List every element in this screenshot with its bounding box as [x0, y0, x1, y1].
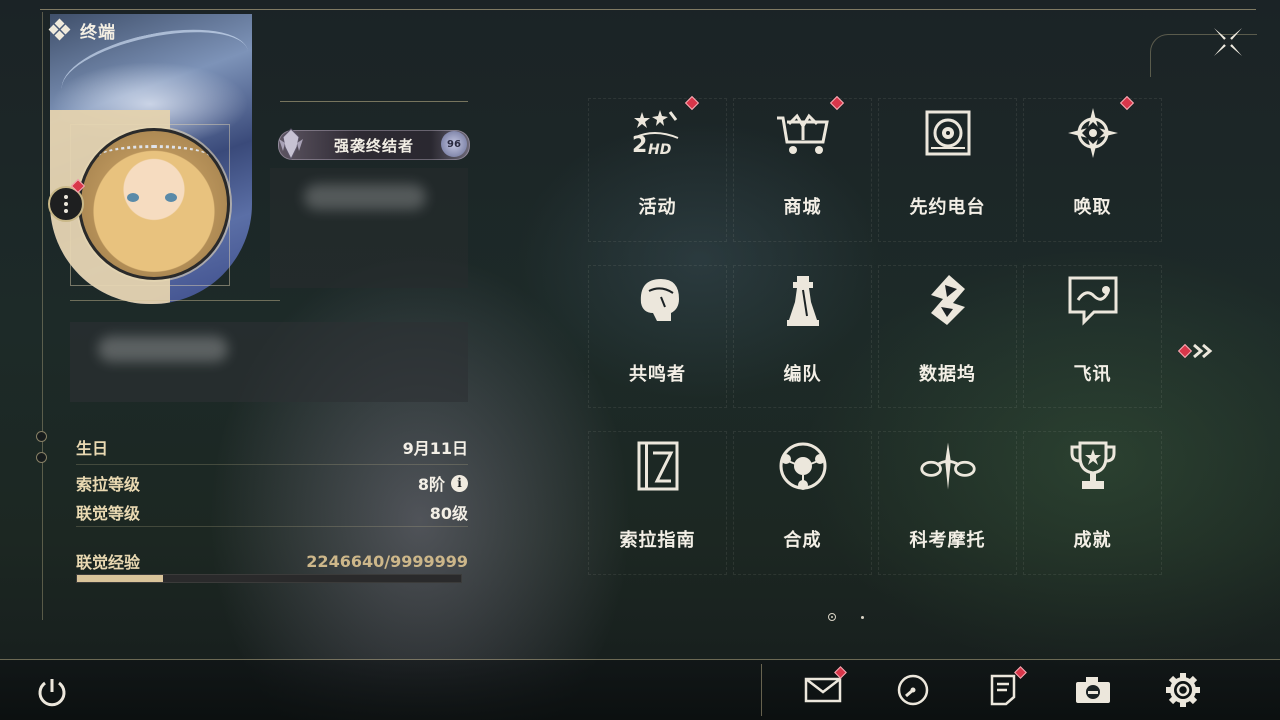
- rail-marker: [36, 431, 47, 442]
- menu-item-label: 唤取: [1073, 197, 1112, 218]
- frame-top-line: [40, 9, 1256, 10]
- stat-union-level: 联觉等级 80级: [76, 499, 468, 525]
- menu-item-message-chat[interactable]: 飞讯: [1020, 262, 1165, 429]
- stat-union-exp: 联觉经验 2246640/9999999: [76, 548, 468, 574]
- mail-icon: [804, 677, 842, 703]
- menu-item-resonator[interactable]: 共鸣者: [585, 262, 730, 429]
- divider: [70, 300, 280, 301]
- shop-cart-icon: [773, 103, 833, 163]
- guidebook-icon: [628, 436, 688, 496]
- trophy-icon: [1063, 436, 1123, 496]
- red-dot-badge: [1119, 95, 1135, 111]
- title-emblem-value: 96: [441, 131, 467, 157]
- data-bank-icon: [918, 270, 978, 330]
- page-title: 终端: [80, 22, 116, 43]
- double-chevron-right-icon: [1193, 343, 1213, 359]
- menu-item-label: 活动: [638, 197, 677, 218]
- menu-grid: 2 HD 活动 商城 先约电台 唤取共鸣者 编队 数据坞 飞讯索拉指南 合成 科考摩托 成就: [585, 95, 1165, 595]
- next-page-button[interactable]: [1177, 340, 1220, 362]
- exp-progress-fill: [77, 575, 164, 582]
- menu-item-convene-compass[interactable]: 唤取: [1020, 95, 1165, 262]
- menu-item-label: 数据坞: [919, 363, 976, 385]
- page-indicator: [828, 613, 868, 623]
- menu-item-label: 成就: [1073, 530, 1112, 552]
- menu-item-guidebook[interactable]: 索拉指南: [585, 428, 730, 595]
- notice-icon: [990, 674, 1016, 706]
- synthesis-icon: [773, 436, 833, 496]
- motorbike-icon: [918, 436, 978, 496]
- team-chess-icon: [773, 270, 833, 330]
- page-dot-active[interactable]: [828, 613, 836, 621]
- menu-item-shop-cart[interactable]: 商城: [730, 95, 875, 262]
- rail-marker: [36, 452, 47, 463]
- menu-item-trophy[interactable]: 成就: [1020, 428, 1165, 595]
- stat-label: 索拉等级: [76, 475, 141, 494]
- stat-value: 8阶: [417, 475, 445, 494]
- menu-item-label: 合成: [783, 530, 822, 552]
- menu-item-event[interactable]: 2 HD 活动: [585, 95, 730, 262]
- settings-gear-icon: [1166, 673, 1200, 707]
- next-page-red-dot-badge: [1177, 343, 1193, 359]
- divider: [280, 101, 468, 102]
- avatar[interactable]: [78, 128, 230, 280]
- menu-item-label: 索拉指南: [619, 530, 696, 552]
- red-dot-badge: [684, 95, 700, 111]
- svg-text:HD: HD: [648, 142, 671, 158]
- menu-item-label: 共鸣者: [629, 363, 686, 385]
- close-icon: [1214, 28, 1242, 56]
- menu-item-data-bank[interactable]: 数据坞: [875, 262, 1020, 429]
- menu-item-label: 商城: [783, 197, 822, 218]
- stat-birthday: 生日 9月11日: [76, 434, 468, 460]
- svg-text:2: 2: [632, 133, 647, 158]
- menu-item-label: 科考摩托: [909, 530, 986, 552]
- menu-item-synthesis[interactable]: 合成: [730, 428, 875, 595]
- menu-item-team-chess[interactable]: 编队: [730, 262, 875, 429]
- stat-value: 80级: [429, 504, 468, 523]
- camera-button[interactable]: [1073, 670, 1113, 710]
- radio-icon: [918, 103, 978, 163]
- resonator-icon: [628, 270, 688, 330]
- message-chat-icon: [1063, 270, 1123, 330]
- stat-label: 联觉等级: [76, 504, 141, 523]
- convene-compass-icon: [1063, 103, 1123, 163]
- menu-item-label: 先约电台: [909, 197, 986, 218]
- stat-label: 生日: [76, 439, 109, 458]
- time-button[interactable]: [893, 670, 933, 710]
- power-button[interactable]: [32, 672, 72, 712]
- event-icon: 2 HD: [628, 103, 688, 163]
- notice-button[interactable]: [983, 666, 1027, 710]
- divider: [76, 526, 468, 527]
- title-emblem-icon: [279, 128, 303, 161]
- stat-value: 9月11日: [402, 439, 468, 458]
- stat-sola-level: 索拉等级 8阶 i: [76, 470, 468, 496]
- red-dot-badge: [829, 95, 845, 111]
- terminal-diamond-icon: [48, 18, 71, 41]
- divider: [761, 664, 762, 716]
- menu-item-label: 飞讯: [1073, 363, 1112, 385]
- stat-value: 2246640/9999999: [306, 551, 468, 571]
- camera-icon: [1076, 677, 1110, 703]
- exp-progress-bar: [76, 574, 462, 583]
- page-dot[interactable]: [861, 616, 864, 619]
- blurred-name-panel: [270, 168, 468, 288]
- close-button[interactable]: [1208, 22, 1248, 62]
- settings-button[interactable]: [1163, 670, 1203, 710]
- info-icon[interactable]: i: [451, 474, 468, 492]
- stat-label: 联觉经验: [76, 553, 141, 572]
- terminal-header: 终端: [48, 14, 250, 46]
- menu-item-label: 编队: [783, 363, 822, 385]
- mail-button[interactable]: [803, 666, 847, 710]
- divider: [76, 464, 468, 465]
- clock-icon: [897, 674, 929, 706]
- frame-bottom-line: [0, 659, 1280, 660]
- power-icon: [38, 679, 66, 707]
- menu-item-radio[interactable]: 先约电台: [875, 95, 1020, 262]
- menu-item-motorbike[interactable]: 科考摩托: [875, 428, 1020, 595]
- title-badge[interactable]: 强袭终结者 96: [278, 128, 470, 161]
- title-badge-label: 强袭终结者: [333, 136, 414, 155]
- frame-left-line: [42, 12, 43, 620]
- blurred-signature-panel: [70, 322, 468, 402]
